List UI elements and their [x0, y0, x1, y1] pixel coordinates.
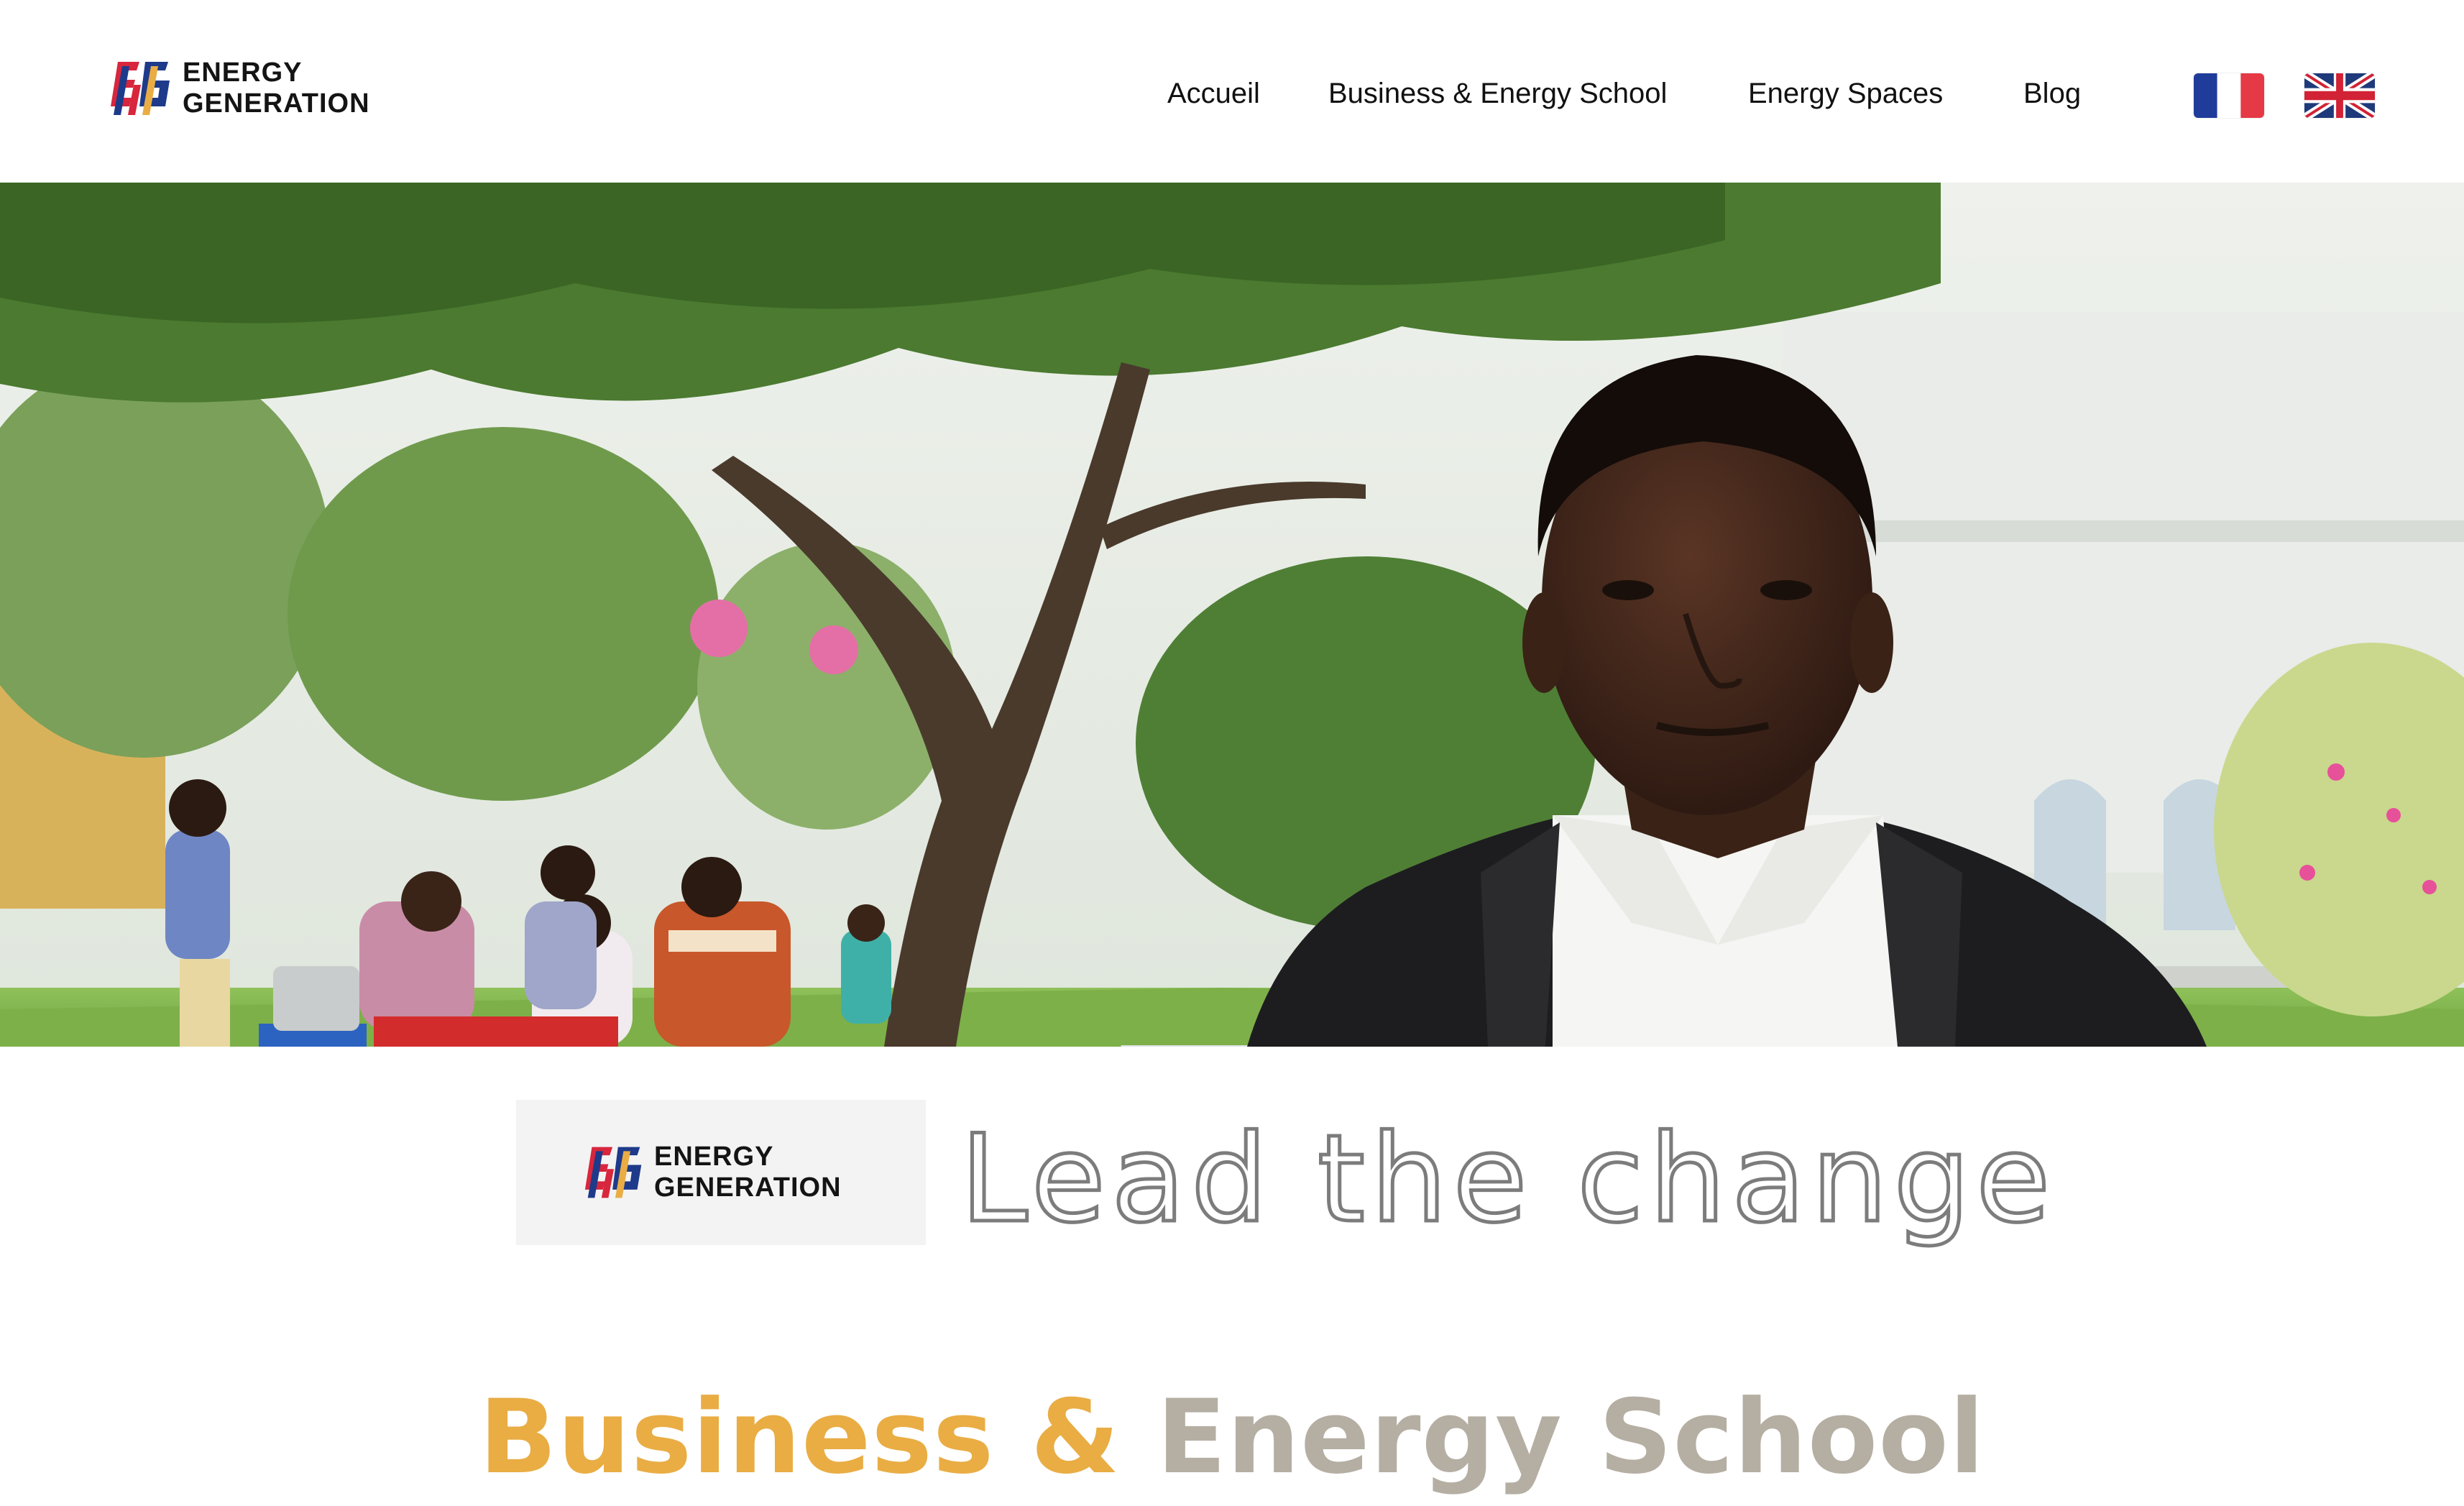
logo-badge: ENERGY GENERATION — [516, 1100, 926, 1245]
heading-business: Business & — [479, 1378, 1121, 1497]
uk-flag-icon[interactable] — [2304, 73, 2375, 118]
logo-small-text-line1: ENERGY — [654, 1142, 774, 1172]
site-header: ENERGY GENERATION Accueil Business & Ene… — [0, 0, 2464, 183]
tagline-lead-the-change: Lead the change — [958, 1108, 2056, 1249]
french-flag-icon[interactable] — [2194, 73, 2264, 118]
nav-item-blog[interactable]: Blog — [2023, 72, 2081, 115]
heading-energy-school: Energy School — [1157, 1378, 1985, 1497]
section-heading: Business & Energy School — [0, 1369, 2464, 1506]
logo-text-line1: ENERGY — [183, 58, 303, 88]
hero-banner — [0, 183, 2464, 1047]
eg-logo-mark-icon-small — [584, 1147, 642, 1198]
logo-small-text-line2: GENERATION — [654, 1172, 842, 1203]
hero-photo — [0, 183, 2464, 1047]
energy-generation-logo-small: ENERGY GENERATION — [582, 1142, 842, 1203]
nav-item-business-energy-school[interactable]: Business & Energy School — [1328, 72, 1667, 115]
nav-item-energy-spaces[interactable]: Energy Spaces — [1748, 72, 1943, 115]
nav-item-accueil[interactable]: Accueil — [1167, 72, 1260, 115]
logo-text-line2: GENERATION — [183, 88, 370, 119]
eg-logo-mark-icon — [111, 62, 170, 115]
energy-generation-logo[interactable]: ENERGY GENERATION — [108, 56, 370, 121]
